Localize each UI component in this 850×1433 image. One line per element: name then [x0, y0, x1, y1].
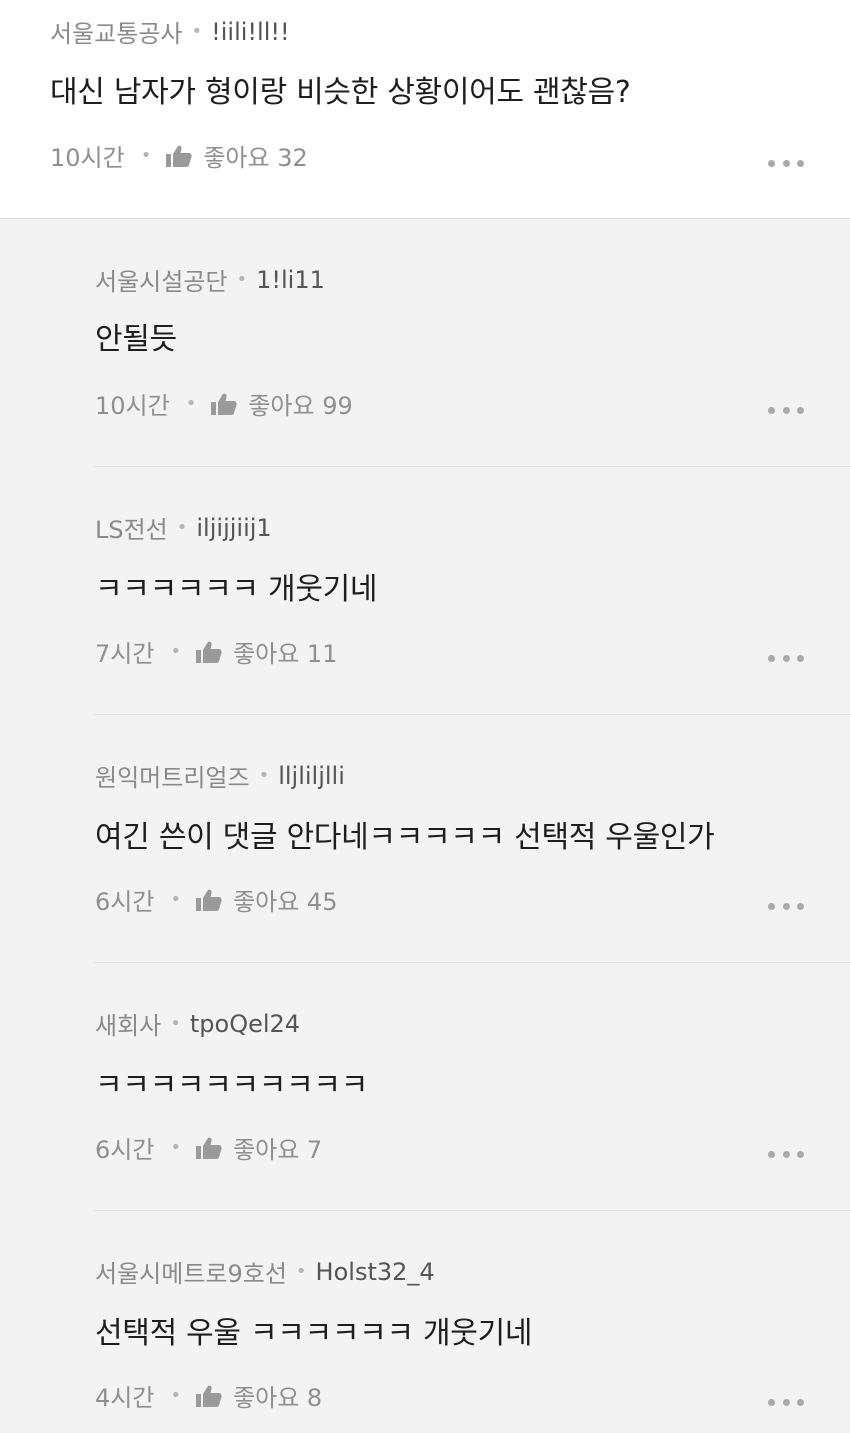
- comment-time: 6시간: [95, 1136, 155, 1164]
- company-name[interactable]: 서울교통공사: [50, 14, 182, 49]
- comment-text: 여긴 쓴이 댓글 안다네ㅋㅋㅋㅋㅋ 선택적 우울인가: [95, 820, 715, 855]
- comment-top: 서울교통공사 • !iili!ll!! 대신 남자가 형이랑 비슷한 상황이어도…: [0, 0, 850, 219]
- thumbs-up-icon[interactable]: [210, 392, 238, 416]
- reply-item: LS전선 • iljijjiij1 ㅋㅋㅋㅋㅋㅋ 개웃기네 7시간 • 좋아요 …: [95, 510, 850, 758]
- comment-footer: 4시간 • 좋아요 8: [95, 1378, 322, 1413]
- separator-dot: •: [176, 517, 188, 538]
- company-name[interactable]: 서울시설공단: [95, 262, 227, 297]
- more-dots-icon[interactable]: [768, 1398, 804, 1406]
- comment-text: ㅋㅋㅋㅋㅋㅋ 개웃기네: [95, 572, 378, 607]
- thumbs-up-icon[interactable]: [195, 1384, 223, 1408]
- comment-meta: 새회사 • tpoQel24: [95, 1006, 300, 1041]
- separator-dot: •: [295, 1261, 307, 1282]
- divider: [95, 466, 850, 467]
- nickname[interactable]: 1!li11: [256, 266, 325, 294]
- like-count[interactable]: 좋아요 11: [233, 634, 337, 669]
- comment-time: 10시간: [50, 144, 125, 172]
- divider: [95, 962, 850, 963]
- divider: [95, 714, 850, 715]
- comment-meta: 서울시설공단 • 1!li11: [95, 262, 325, 297]
- more-dots-icon[interactable]: [768, 159, 804, 167]
- like-count[interactable]: 좋아요 99: [248, 386, 352, 421]
- nickname[interactable]: Holst32_4: [316, 1258, 435, 1286]
- separator-dot: •: [236, 269, 248, 290]
- comment-meta: 서울교통공사 • !iili!ll!!: [50, 14, 290, 49]
- nickname[interactable]: lljliljlli: [278, 762, 345, 790]
- nickname[interactable]: iljijjiij1: [196, 514, 271, 542]
- thumbs-up-icon[interactable]: [195, 640, 223, 664]
- like-count[interactable]: 좋아요 7: [233, 1130, 322, 1165]
- comment-time: 4시간: [95, 1384, 155, 1412]
- comment-text: 대신 남자가 형이랑 비슷한 상황이어도 괜찮음?: [50, 75, 631, 110]
- thumbs-up-icon[interactable]: [165, 144, 193, 168]
- comment-text: 안될듯: [95, 322, 177, 357]
- separator-dot: •: [185, 393, 197, 414]
- company-name[interactable]: LS전선: [95, 510, 168, 545]
- separator-dot: •: [170, 1013, 181, 1034]
- separator-dot: •: [258, 765, 270, 786]
- comment-time: 6시간: [95, 888, 155, 916]
- company-name[interactable]: 새회사: [95, 1006, 161, 1041]
- thumbs-up-icon[interactable]: [195, 888, 223, 912]
- comment-time: 10시간: [95, 392, 170, 420]
- separator-dot: •: [191, 21, 203, 42]
- comment-meta: 원익머트리얼즈 • lljliljlli: [95, 758, 345, 793]
- comment-text: ㅋㅋㅋㅋㅋㅋㅋㅋㅋㅋ: [95, 1068, 368, 1103]
- comment-meta: 서울시메트로9호선 • Holst32_4: [95, 1254, 435, 1289]
- comment-footer: 7시간 • 좋아요 11: [95, 634, 337, 669]
- reply-item: 원익머트리얼즈 • lljliljlli 여긴 쓴이 댓글 안다네ㅋㅋㅋㅋㅋ 선…: [95, 758, 850, 1006]
- like-count[interactable]: 좋아요 8: [233, 1378, 322, 1413]
- thumbs-up-icon[interactable]: [195, 1136, 223, 1160]
- comment-text: 선택적 우울 ㅋㅋㅋㅋㅋㅋ 개웃기네: [95, 1316, 533, 1351]
- company-name[interactable]: 원익머트리얼즈: [95, 758, 250, 793]
- comment-footer: 10시간 • 좋아요 99: [95, 386, 353, 421]
- separator-dot: •: [170, 1385, 182, 1406]
- comment-meta: LS전선 • iljijjiij1: [95, 510, 272, 545]
- separator-dot: •: [170, 889, 182, 910]
- comment-footer: 10시간 • 좋아요 32: [50, 138, 308, 173]
- reply-item: 새회사 • tpoQel24 ㅋㅋㅋㅋㅋㅋㅋㅋㅋㅋ 6시간 • 좋아요 7: [95, 1006, 850, 1254]
- comment-content: 서울교통공사 • !iili!ll!! 대신 남자가 형이랑 비슷한 상황이어도…: [50, 14, 850, 219]
- nickname[interactable]: tpoQel24: [190, 1010, 300, 1038]
- separator-dot: •: [170, 641, 182, 662]
- like-count[interactable]: 좋아요 45: [233, 882, 337, 917]
- more-dots-icon[interactable]: [768, 1150, 804, 1158]
- reply-item: 서울시설공단 • 1!li11 안될듯 10시간 • 좋아요 99: [95, 262, 850, 510]
- nickname[interactable]: !iili!ll!!: [211, 18, 290, 46]
- more-dots-icon[interactable]: [768, 406, 804, 414]
- divider: [95, 1210, 850, 1211]
- comment-time: 7시간: [95, 640, 155, 668]
- reply-item: 서울시메트로9호선 • Holst32_4 선택적 우울 ㅋㅋㅋㅋㅋㅋ 개웃기네…: [95, 1254, 850, 1433]
- more-dots-icon[interactable]: [768, 654, 804, 662]
- comment-footer: 6시간 • 좋아요 45: [95, 882, 337, 917]
- more-dots-icon[interactable]: [768, 902, 804, 910]
- separator-dot: •: [140, 145, 152, 166]
- like-count[interactable]: 좋아요 32: [203, 138, 307, 173]
- separator-dot: •: [170, 1137, 182, 1158]
- company-name[interactable]: 서울시메트로9호선: [95, 1254, 287, 1289]
- comment-footer: 6시간 • 좋아요 7: [95, 1130, 322, 1165]
